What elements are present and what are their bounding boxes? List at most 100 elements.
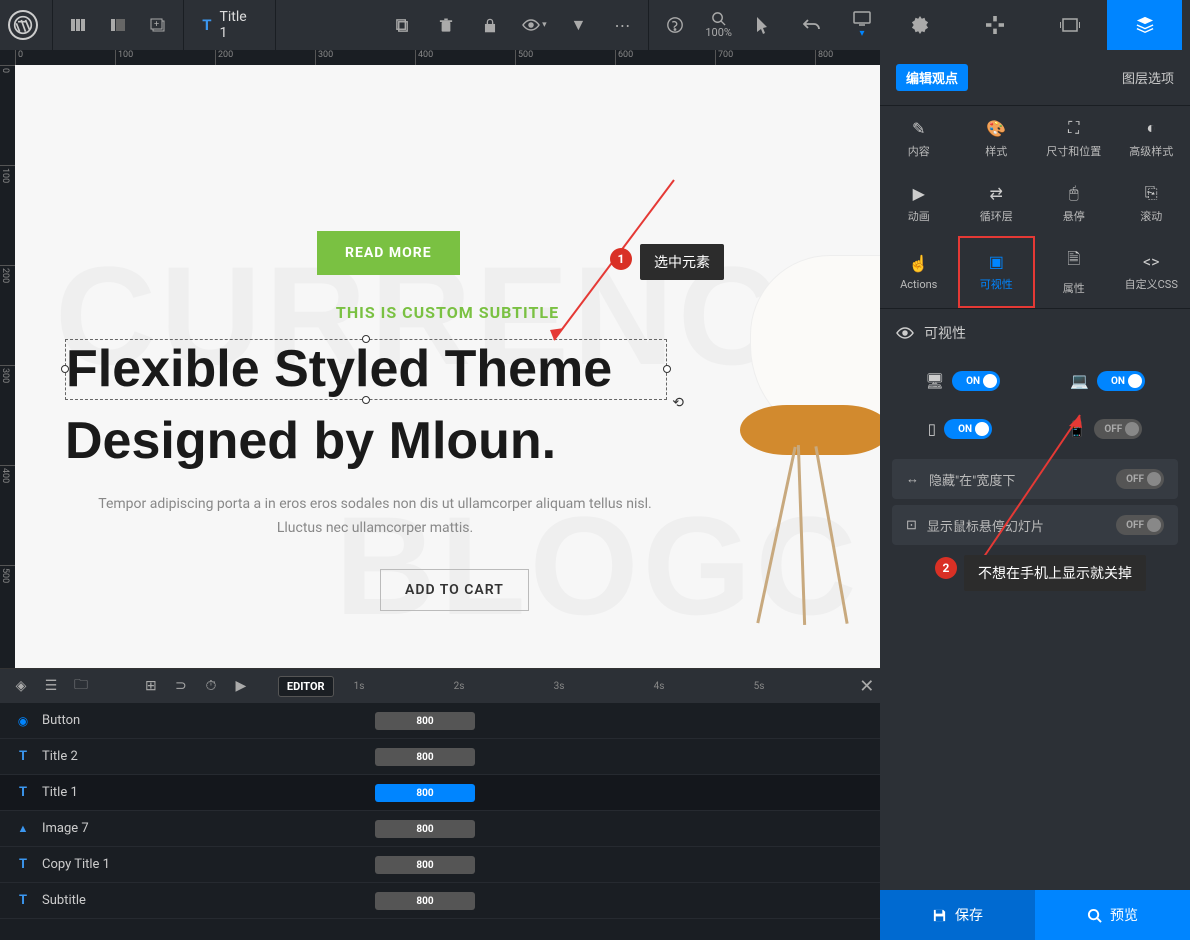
svg-text:+: + bbox=[154, 20, 159, 30]
add-to-cart-button[interactable]: ADD TO CART bbox=[380, 569, 529, 611]
canvas[interactable]: CURRENC BLOGC READ MORE THIS IS CUSTOM S… bbox=[15, 65, 880, 668]
timeline-bar[interactable]: 800 bbox=[375, 820, 475, 838]
prop-scroll[interactable]: ⎘滚动 bbox=[1113, 171, 1190, 236]
selected-layer-title: T Title 1 bbox=[190, 9, 269, 41]
phone-toggle[interactable]: OFF bbox=[1094, 419, 1142, 439]
annotation-label-1: 选中元素 bbox=[640, 244, 724, 280]
timeline-row-name: Subtitle bbox=[42, 893, 86, 908]
preview-button[interactable]: 预览 bbox=[1035, 890, 1190, 940]
timeline-row[interactable]: TTitle 2800 bbox=[0, 739, 880, 775]
more-icon[interactable]: ⋯ bbox=[602, 5, 642, 45]
timeline-row-name: Image 7 bbox=[42, 821, 89, 836]
visibility-icon[interactable]: ▾ bbox=[514, 5, 554, 45]
layers-tab[interactable] bbox=[1107, 0, 1182, 50]
zoom-control[interactable]: 100% bbox=[705, 11, 732, 39]
timeline-list-icon[interactable]: ☰ bbox=[40, 678, 62, 694]
description-text[interactable]: Tempor adipiscing porta a in eros eros s… bbox=[75, 493, 675, 541]
annotation-badge-1: 1 bbox=[610, 248, 632, 270]
timeline-row-name: Title 1 bbox=[42, 785, 78, 800]
timeline-row[interactable]: TTitle 1800 bbox=[0, 775, 880, 811]
timeline-bar[interactable]: 800 bbox=[375, 748, 475, 766]
prop-custom-css[interactable]: <>自定义CSS bbox=[1113, 236, 1190, 308]
title-selection-box[interactable]: Flexible Styled Theme ⟲ bbox=[65, 339, 667, 400]
ruler-horizontal: 0100200300400500600700800 bbox=[15, 50, 880, 65]
desktop-toggle[interactable]: ON bbox=[952, 371, 1000, 391]
prop-size-position[interactable]: ⛶尺寸和位置 bbox=[1035, 106, 1113, 171]
tablet-icon: ▯ bbox=[928, 420, 936, 438]
timeline-row-name: Copy Title 1 bbox=[42, 857, 110, 872]
timeline-magnet-icon[interactable]: ⊃ bbox=[170, 678, 192, 694]
prop-hover[interactable]: 🖱悬停 bbox=[1035, 171, 1113, 236]
timeline-layers-icon[interactable]: ◈ bbox=[10, 678, 32, 694]
prop-content[interactable]: ✎内容 bbox=[880, 106, 958, 171]
show-hover-slide-row[interactable]: ⊡显示鼠标悬停幻灯片 OFF bbox=[892, 505, 1178, 545]
timeline-row[interactable]: TSubtitle800 bbox=[0, 883, 880, 919]
lock-icon[interactable] bbox=[470, 5, 510, 45]
pointer-icon[interactable] bbox=[742, 5, 782, 45]
edit-viewpoint-badge[interactable]: 编辑观点 bbox=[896, 64, 968, 91]
prop-style[interactable]: 🎨样式 bbox=[958, 106, 1036, 171]
prop-visibility[interactable]: ▣可视性 bbox=[958, 236, 1036, 308]
timeline-row-name: Title 2 bbox=[42, 749, 78, 764]
timeline-play-icon[interactable]: ▶ bbox=[230, 678, 252, 694]
columns-icon[interactable] bbox=[59, 5, 99, 45]
search-icon bbox=[1087, 908, 1102, 923]
delete-icon[interactable] bbox=[426, 5, 466, 45]
timeline-ruler: 1s2s3s4s5s bbox=[334, 681, 854, 692]
timeline-bar[interactable]: 800 bbox=[375, 712, 475, 730]
help-icon[interactable] bbox=[655, 5, 695, 45]
layout-left-icon[interactable] bbox=[98, 5, 138, 45]
resize-handle-bottom[interactable] bbox=[362, 396, 370, 404]
timeline-row[interactable]: TCopy Title 1800 bbox=[0, 847, 880, 883]
timeline-row-name: Button bbox=[42, 713, 80, 728]
text-layer-icon: T bbox=[202, 16, 211, 34]
annotation-badge-2: 2 bbox=[935, 557, 957, 579]
title-line1[interactable]: Flexible Styled Theme bbox=[66, 342, 666, 397]
ruler-vertical: 0100200300400500 bbox=[0, 65, 15, 668]
navigation-tab[interactable] bbox=[957, 0, 1032, 50]
save-button[interactable]: 保存 bbox=[880, 890, 1035, 940]
slides-tab[interactable] bbox=[1032, 0, 1107, 50]
phone-icon: 📱 bbox=[1068, 420, 1087, 438]
hide-under-width-row[interactable]: ↔隐藏"在"宽度下 OFF bbox=[892, 459, 1178, 499]
show-hover-slide-toggle[interactable]: OFF bbox=[1116, 515, 1164, 535]
add-slide-icon[interactable]: + bbox=[138, 5, 178, 45]
timeline-row[interactable]: ◉Button800 bbox=[0, 703, 880, 739]
prop-loop[interactable]: ⇄循环层 bbox=[958, 171, 1036, 236]
chair-image[interactable] bbox=[720, 225, 880, 625]
timeline-grid-icon[interactable]: ⊞ bbox=[140, 678, 162, 694]
copy-icon[interactable] bbox=[382, 5, 422, 45]
notebook-toggle[interactable]: ON bbox=[1097, 371, 1145, 391]
eye-icon bbox=[896, 327, 914, 339]
notebook-icon: 💻 bbox=[1070, 372, 1089, 390]
timeline-row[interactable]: ▲Image 7800 bbox=[0, 811, 880, 847]
title-line2[interactable]: Designed by Mloun. bbox=[65, 411, 556, 471]
hide-under-width-toggle[interactable]: OFF bbox=[1116, 469, 1164, 489]
rotate-handle-icon[interactable]: ⟲ bbox=[672, 395, 684, 411]
read-more-button[interactable]: READ MORE bbox=[317, 231, 460, 275]
timeline-bar[interactable]: 800 bbox=[375, 892, 475, 910]
timeline-close-icon[interactable]: ✕ bbox=[854, 676, 880, 697]
wordpress-logo-icon[interactable] bbox=[8, 10, 38, 40]
layer-options-link[interactable]: 图层选项 bbox=[1122, 68, 1174, 87]
prop-animation[interactable]: ▶动画 bbox=[880, 171, 958, 236]
timeline-bar[interactable]: 800 bbox=[375, 856, 475, 874]
property-grid: ✎内容 🎨样式 ⛶尺寸和位置 ◐高级样式 ▶动画 ⇄循环层 🖱悬停 ⎘滚动 ☝A… bbox=[880, 105, 1190, 308]
editor-badge[interactable]: EDITOR bbox=[278, 676, 334, 697]
undo-icon[interactable] bbox=[792, 5, 832, 45]
target-icon: ⊡ bbox=[906, 518, 917, 533]
settings-tab[interactable] bbox=[882, 0, 957, 50]
tablet-toggle[interactable]: ON bbox=[944, 419, 992, 439]
timeline-bar[interactable]: 800 bbox=[375, 784, 475, 802]
dropdown-caret-icon[interactable]: ▼ bbox=[558, 5, 598, 45]
visibility-section-title: 可视性 bbox=[896, 323, 1174, 343]
preview-device-icon[interactable]: ▾ bbox=[842, 5, 882, 45]
timeline-stopwatch-icon[interactable]: ⏱ bbox=[200, 678, 222, 694]
prop-attributes[interactable]: 🗎属性 bbox=[1035, 236, 1113, 308]
annotation-label-2: 不想在手机上显示就关掉 bbox=[964, 555, 1146, 591]
prop-actions[interactable]: ☝Actions bbox=[880, 236, 958, 308]
timeline-folder-icon[interactable]: 🗀 bbox=[70, 674, 92, 698]
resize-handle-top[interactable] bbox=[362, 335, 370, 343]
prop-advanced-style[interactable]: ◐高级样式 bbox=[1113, 106, 1190, 171]
desktop-icon: 🖥 bbox=[925, 372, 944, 390]
